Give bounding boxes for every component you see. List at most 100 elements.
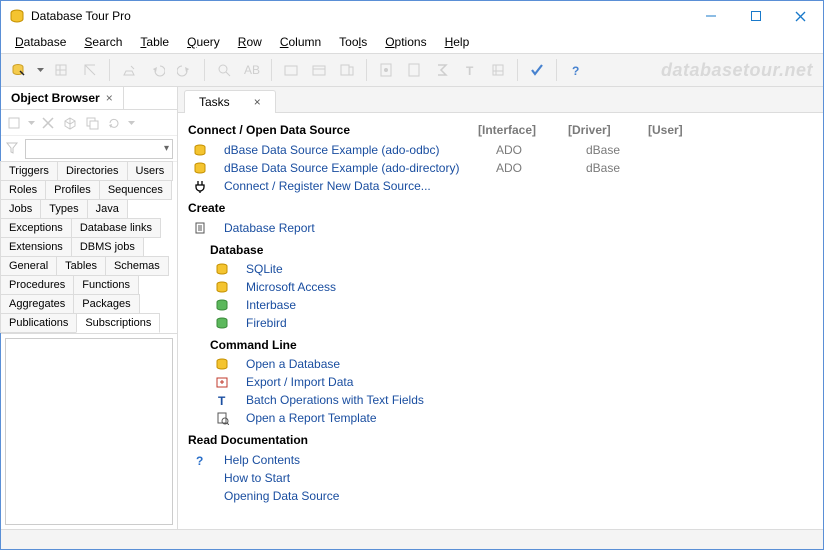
text-icon[interactable]: T [459, 59, 481, 81]
create-db-row[interactable]: Interbase [188, 296, 809, 314]
watermark: databasetour.net [661, 60, 813, 81]
menu-database[interactable]: Database [7, 33, 74, 51]
object-tab-extensions[interactable]: Extensions [0, 237, 72, 257]
cmd-row[interactable]: TBatch Operations with Text Fields [188, 391, 809, 409]
help-icon[interactable]: ? [565, 59, 587, 81]
toolbar-btn-4[interactable] [118, 59, 140, 81]
tb-8[interactable] [375, 59, 397, 81]
section-connect-title: Connect / Open Data Source [188, 123, 458, 137]
delete-icon[interactable] [39, 114, 57, 132]
object-tab-schemas[interactable]: Schemas [105, 256, 169, 276]
cmd-label: Open a Database [246, 357, 498, 371]
menu-options[interactable]: Options [377, 33, 434, 51]
create-db-row[interactable]: Microsoft Access [188, 278, 809, 296]
filter-combo[interactable]: ▾ [25, 139, 173, 159]
refresh-icon[interactable] [105, 114, 123, 132]
cmd-row[interactable]: Open a Report Template [188, 409, 809, 427]
toolbar: AB T ? databasetour.net [1, 53, 823, 87]
object-tab-sequences[interactable]: Sequences [99, 180, 172, 200]
menubar: Database Search Table Query Row Column T… [1, 31, 823, 53]
doc-label: How to Start [224, 471, 476, 485]
menu-search[interactable]: Search [76, 33, 130, 51]
object-tab-functions[interactable]: Functions [73, 275, 139, 295]
object-tab-profiles[interactable]: Profiles [45, 180, 100, 200]
object-tab-database-links[interactable]: Database links [71, 218, 161, 238]
chevron-down-icon[interactable] [27, 114, 35, 132]
find-icon[interactable] [213, 59, 235, 81]
cmd-row[interactable]: Export / Import Data [188, 373, 809, 391]
create-db-row[interactable]: Firebird [188, 314, 809, 332]
doc-row[interactable]: Opening Data Source [188, 487, 809, 505]
cube-icon[interactable] [61, 114, 79, 132]
doc-icon [192, 470, 208, 486]
object-tab-aggregates[interactable]: Aggregates [0, 294, 74, 314]
datasource-row[interactable]: dBase Data Source Example (ado-odbc) ADO… [188, 141, 809, 159]
tb-10[interactable] [487, 59, 509, 81]
object-tab-triggers[interactable]: Triggers [0, 161, 58, 181]
create-report[interactable]: Database Report [188, 219, 809, 237]
chevron-down-icon: ▾ [164, 143, 169, 154]
object-tab-publications[interactable]: Publications [0, 313, 77, 333]
doc-row[interactable]: ? Help Contents [188, 451, 809, 469]
object-tab-dbms-jobs[interactable]: DBMS jobs [71, 237, 144, 257]
sigma-icon[interactable] [431, 59, 453, 81]
close-button[interactable] [778, 1, 823, 31]
toolbar-btn-2[interactable] [51, 59, 73, 81]
dropdown-icon[interactable] [35, 59, 45, 81]
tb-7[interactable] [336, 59, 358, 81]
close-icon[interactable]: × [106, 91, 113, 105]
chevron-down-icon[interactable] [127, 114, 135, 132]
redo-icon[interactable] [174, 59, 196, 81]
svg-text:?: ? [196, 454, 203, 467]
tb-5[interactable] [280, 59, 302, 81]
cmd-icon [214, 356, 230, 372]
replace-icon[interactable]: AB [241, 59, 263, 81]
tab-tasks[interactable]: Tasks × [184, 90, 276, 113]
cmd-row[interactable]: Open a Database [188, 355, 809, 373]
copy-icon[interactable] [83, 114, 101, 132]
object-tab-exceptions[interactable]: Exceptions [0, 218, 72, 238]
tb-6[interactable] [308, 59, 330, 81]
create-db-row[interactable]: SQLite [188, 260, 809, 278]
check-icon[interactable] [526, 59, 548, 81]
toolbar-btn-3[interactable] [79, 59, 101, 81]
minimize-button[interactable] [688, 1, 733, 31]
db-label: Firebird [246, 316, 498, 330]
menu-row[interactable]: Row [230, 33, 270, 51]
close-icon[interactable]: × [254, 95, 261, 109]
cmd-label: Open a Report Template [246, 411, 498, 425]
object-tab-subscriptions[interactable]: Subscriptions [76, 313, 160, 333]
object-tab-general[interactable]: General [0, 256, 57, 276]
undo-icon[interactable] [146, 59, 168, 81]
plug-icon [192, 178, 208, 194]
object-tab-roles[interactable]: Roles [0, 180, 46, 200]
menu-help[interactable]: Help [437, 33, 478, 51]
doc-label: Help Contents [224, 453, 476, 467]
doc-icon [192, 488, 208, 504]
datasource-row[interactable]: dBase Data Source Example (ado-directory… [188, 159, 809, 177]
doc-label: Opening Data Source [224, 489, 476, 503]
funnel-icon[interactable] [5, 141, 21, 157]
menu-column[interactable]: Column [272, 33, 329, 51]
object-tab-packages[interactable]: Packages [73, 294, 139, 314]
object-tab-directories[interactable]: Directories [57, 161, 128, 181]
object-list[interactable] [5, 338, 173, 525]
menu-table[interactable]: Table [132, 33, 177, 51]
doc-row[interactable]: How to Start [188, 469, 809, 487]
object-tab-users[interactable]: Users [127, 161, 174, 181]
menu-query[interactable]: Query [179, 33, 228, 51]
new-icon[interactable] [5, 114, 23, 132]
object-tab-java[interactable]: Java [87, 199, 128, 219]
object-tab-procedures[interactable]: Procedures [0, 275, 74, 295]
tb-9[interactable] [403, 59, 425, 81]
menu-tools[interactable]: Tools [331, 33, 375, 51]
object-tab-tables[interactable]: Tables [56, 256, 106, 276]
object-tab-jobs[interactable]: Jobs [0, 199, 41, 219]
window-title: Database Tour Pro [31, 9, 688, 23]
plug-icon[interactable] [7, 59, 29, 81]
tasks-content[interactable]: Connect / Open Data Source [Interface] [… [178, 113, 823, 529]
new-datasource[interactable]: Connect / Register New Data Source... [188, 177, 809, 195]
maximize-button[interactable] [733, 1, 778, 31]
sidebar-tab[interactable]: Object Browser × [1, 87, 124, 109]
object-tab-types[interactable]: Types [40, 199, 87, 219]
